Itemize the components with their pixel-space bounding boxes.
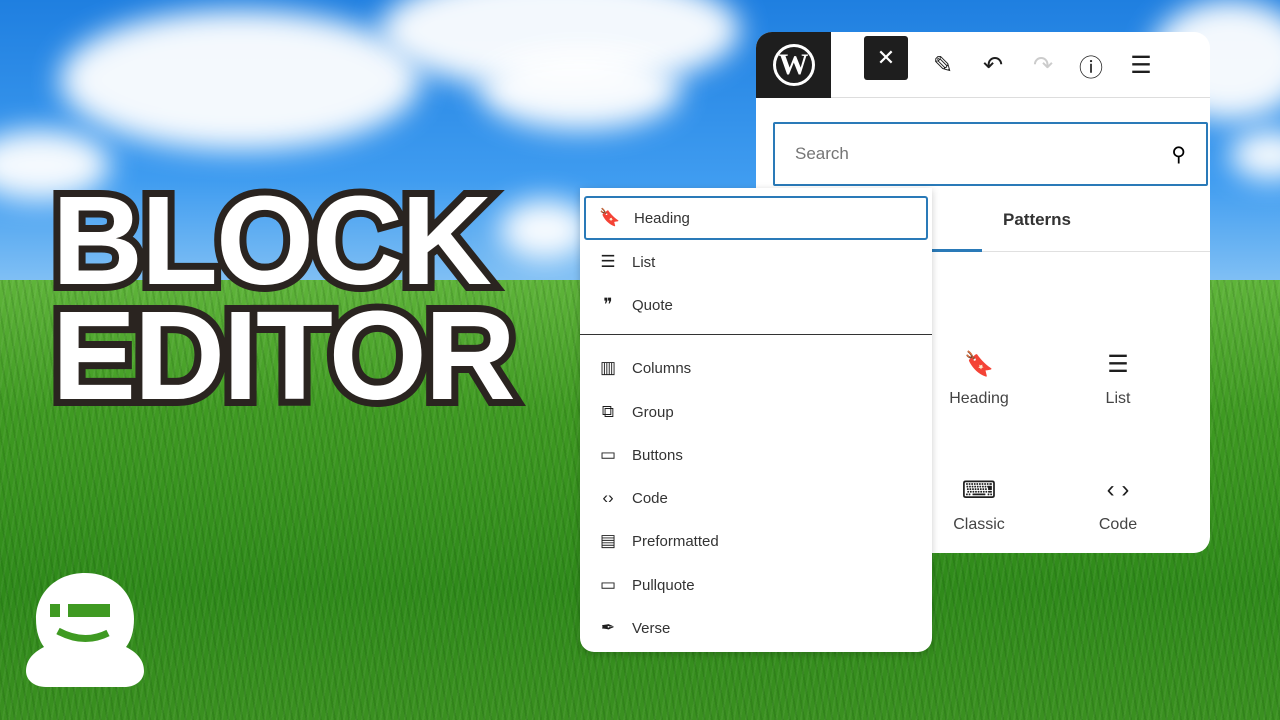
title-line-2: EDITOR bbox=[45, 285, 523, 426]
menu-item-label: Heading bbox=[634, 209, 690, 227]
code-icon: ‹ › bbox=[1106, 476, 1130, 503]
menu-item-label: Pullquote bbox=[632, 576, 695, 594]
bookmark-icon: 🔖 bbox=[599, 208, 621, 227]
block-classic[interactable]: ⌨ Classic bbox=[919, 476, 1039, 534]
list-view-icon: ☰ bbox=[1130, 51, 1152, 79]
code-icon: ‹› bbox=[602, 488, 614, 507]
block-heading[interactable]: 🔖 Heading bbox=[919, 350, 1039, 408]
preformatted-icon: ▤ bbox=[599, 531, 617, 550]
menu-item-label: Preformatted bbox=[632, 532, 719, 550]
tab-patterns[interactable]: Patterns bbox=[932, 188, 1142, 252]
undo-button[interactable]: ↶ bbox=[978, 32, 1008, 98]
menu-item-preformatted[interactable]: ▤ Preformatted bbox=[584, 519, 928, 563]
tools-button[interactable]: ✎ bbox=[928, 32, 958, 98]
menu-item-label: Buttons bbox=[632, 446, 683, 464]
editor-toolbar: W ✕ ✎ ↶ ↷ ⓘ ☰ bbox=[756, 32, 1210, 98]
wordpress-logo-button[interactable]: W bbox=[756, 32, 831, 98]
menu-item-quote[interactable]: ❞ Quote bbox=[584, 283, 928, 327]
wpbeginner-logo bbox=[26, 573, 144, 687]
menu-item-verse[interactable]: ✒ Verse bbox=[584, 606, 928, 650]
list-view-button[interactable]: ☰ bbox=[1126, 32, 1156, 98]
block-list[interactable]: ☰ List bbox=[1058, 350, 1178, 408]
cloud bbox=[480, 50, 680, 130]
list-icon: ☰ bbox=[600, 252, 616, 271]
keyboard-icon: ⌨ bbox=[961, 477, 997, 504]
menu-item-pullquote[interactable]: ▭ Pullquote bbox=[584, 563, 928, 607]
search-icon: ⚲ bbox=[1171, 143, 1186, 166]
menu-item-list[interactable]: ☰ List bbox=[584, 240, 928, 284]
buttons-icon: ▭ bbox=[599, 445, 617, 464]
pencil-icon: ✎ bbox=[932, 51, 954, 79]
wordpress-icon: W bbox=[772, 44, 815, 86]
redo-icon: ↷ bbox=[1032, 51, 1054, 79]
feather-icon: ✒ bbox=[600, 618, 616, 637]
close-icon: ✕ bbox=[876, 45, 896, 70]
menu-item-label: Quote bbox=[632, 296, 673, 314]
block-code[interactable]: ‹ › Code bbox=[1058, 476, 1178, 534]
menu-item-code[interactable]: ‹› Code bbox=[584, 476, 928, 520]
quote-icon: ❞ bbox=[603, 295, 613, 314]
details-button[interactable]: ⓘ bbox=[1076, 32, 1106, 98]
list-icon: ☰ bbox=[1107, 351, 1129, 378]
close-inserter-button[interactable]: ✕ bbox=[864, 36, 908, 80]
undo-icon: ↶ bbox=[982, 51, 1004, 79]
menu-item-label: List bbox=[632, 253, 656, 271]
menu-item-label: Columns bbox=[632, 359, 692, 377]
menu-item-group[interactable]: ⧉ Group bbox=[584, 390, 928, 434]
redo-button[interactable]: ↷ bbox=[1028, 32, 1058, 98]
menu-item-label: Code bbox=[632, 489, 668, 507]
search-field: ⚲ bbox=[773, 122, 1208, 186]
menu-item-heading[interactable]: 🔖 Heading bbox=[584, 196, 928, 240]
pullquote-icon: ▭ bbox=[599, 575, 617, 594]
columns-icon: ▥ bbox=[599, 358, 617, 377]
menu-item-columns[interactable]: ▥ Columns bbox=[584, 346, 928, 390]
menu-item-label: Group bbox=[632, 403, 674, 421]
menu-item-label: Verse bbox=[632, 619, 671, 637]
block-autocomplete-menu: 🔖 Heading ☰ List ❞ Quote ▥ Columns ⧉ Group ▭ Button… bbox=[580, 188, 932, 652]
menu-item-buttons[interactable]: ▭ Buttons bbox=[584, 433, 928, 477]
cloud bbox=[500, 200, 590, 260]
menu-divider bbox=[580, 334, 932, 335]
search-input[interactable] bbox=[795, 144, 1095, 164]
info-icon: ⓘ bbox=[1079, 54, 1103, 82]
group-icon: ⧉ bbox=[601, 402, 615, 421]
cloud bbox=[60, 10, 420, 150]
bookmark-icon: 🔖 bbox=[964, 351, 994, 378]
